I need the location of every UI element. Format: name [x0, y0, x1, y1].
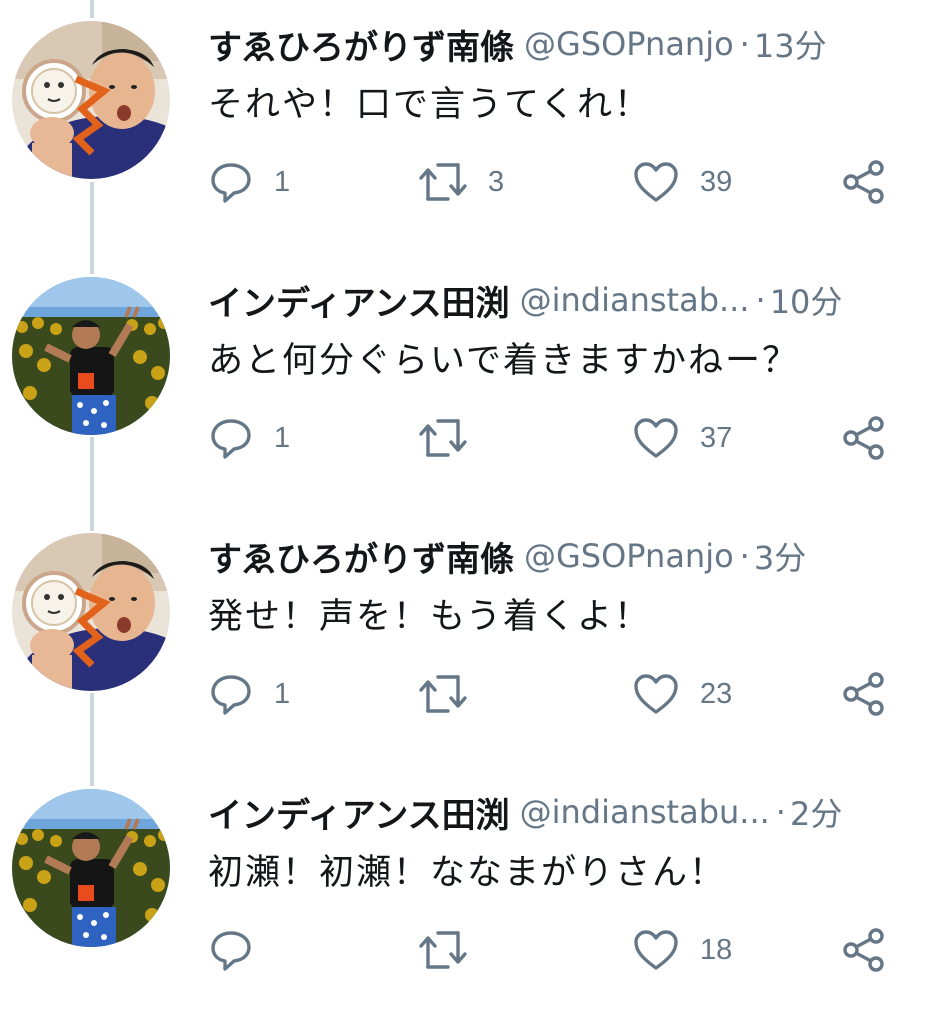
- share-icon: [840, 159, 888, 205]
- user-handle[interactable]: @indianstab...: [520, 281, 750, 319]
- like-count: 18: [700, 933, 733, 966]
- tweet-header: すゑひろがりず南條 @GSOPnanjo · 3分: [208, 534, 942, 578]
- like-button[interactable]: 18: [632, 920, 732, 980]
- retweet-button[interactable]: [418, 664, 488, 724]
- avatar[interactable]: [12, 21, 170, 179]
- user-handle[interactable]: @GSOPnanjo: [524, 25, 734, 63]
- tweet-header: すゑひろがりず南條 @GSOPnanjo · 13分: [208, 22, 942, 66]
- like-icon: [632, 159, 680, 205]
- avatar[interactable]: [12, 277, 170, 435]
- timestamp[interactable]: 13分: [754, 22, 827, 66]
- retweet-button[interactable]: [418, 920, 488, 980]
- tweet[interactable]: インディアンス田渕 @indianstabu... · 2分 初瀬！初瀬！ななま…: [0, 768, 952, 1024]
- share-button[interactable]: [840, 920, 888, 980]
- separator: ·: [755, 281, 766, 319]
- reply-icon: [208, 671, 254, 717]
- share-icon: [840, 415, 888, 461]
- tweet-text: 初瀬！初瀬！ななまがりさん！: [208, 853, 727, 893]
- action-bar: 1 23: [208, 664, 952, 724]
- like-count: 23: [700, 677, 733, 710]
- tweet[interactable]: インディアンス田渕 @indianstab... · 10分 あと何分ぐらいで着…: [0, 256, 952, 512]
- like-button[interactable]: 37: [632, 408, 732, 468]
- like-button[interactable]: 23: [632, 664, 732, 724]
- like-icon: [632, 671, 680, 717]
- reply-icon: [208, 159, 254, 205]
- user-handle[interactable]: @GSOPnanjo: [524, 537, 734, 575]
- like-icon: [632, 927, 680, 973]
- tweet-header: インディアンス田渕 @indianstab... · 10分: [208, 278, 942, 322]
- tweet-text: あと何分ぐらいで着きますかねー？: [208, 341, 799, 381]
- timestamp[interactable]: 2分: [790, 790, 842, 834]
- like-button[interactable]: 39: [632, 152, 732, 212]
- action-bar: 1 37: [208, 408, 952, 468]
- separator: ·: [739, 537, 750, 575]
- timestamp[interactable]: 10分: [770, 278, 843, 322]
- reply-count: 1: [274, 165, 291, 198]
- tweet[interactable]: すゑひろがりず南條 @GSOPnanjo · 13分 それや！口で言うてくれ！ …: [0, 0, 952, 256]
- reply-button[interactable]: 1: [208, 664, 290, 724]
- tweet-text: それや！口で言うてくれ！: [208, 85, 651, 125]
- retweet-icon: [418, 927, 468, 973]
- tweet-header: インディアンス田渕 @indianstabu... · 2分: [208, 790, 942, 834]
- user-handle[interactable]: @indianstabu...: [520, 793, 770, 831]
- avatar[interactable]: [12, 789, 170, 947]
- retweet-button[interactable]: 3: [418, 152, 504, 212]
- reply-button[interactable]: [208, 920, 274, 980]
- separator: ·: [739, 25, 750, 63]
- display-name[interactable]: インディアンス田渕: [208, 278, 510, 323]
- retweet-icon: [418, 671, 468, 717]
- reply-button[interactable]: 1: [208, 408, 290, 468]
- reply-icon: [208, 927, 254, 973]
- reply-button[interactable]: 1: [208, 152, 290, 212]
- share-button[interactable]: [840, 664, 888, 724]
- action-bar: 18: [208, 920, 952, 980]
- share-icon: [840, 671, 888, 717]
- tweet[interactable]: すゑひろがりず南條 @GSOPnanjo · 3分 発せ！声を！もう着くよ！ 1…: [0, 512, 952, 768]
- tweet-text: 発せ！声を！もう着くよ！: [208, 597, 651, 637]
- reply-icon: [208, 415, 254, 461]
- timestamp[interactable]: 3分: [754, 534, 806, 578]
- retweet-icon: [418, 415, 468, 461]
- action-bar: 1 3 39: [208, 152, 952, 212]
- retweet-button[interactable]: [418, 408, 488, 468]
- reply-count: 1: [274, 677, 291, 710]
- retweet-count: 3: [488, 165, 505, 198]
- display-name[interactable]: すゑひろがりず南條: [208, 534, 514, 579]
- display-name[interactable]: インディアンス田渕: [208, 790, 510, 835]
- like-icon: [632, 415, 680, 461]
- display-name[interactable]: すゑひろがりず南條: [208, 22, 514, 67]
- retweet-icon: [418, 159, 468, 205]
- like-count: 39: [700, 165, 733, 198]
- share-button[interactable]: [840, 152, 888, 212]
- separator: ·: [775, 793, 786, 831]
- share-icon: [840, 927, 888, 973]
- share-button[interactable]: [840, 408, 888, 468]
- reply-count: 1: [274, 421, 291, 454]
- like-count: 37: [700, 421, 733, 454]
- avatar[interactable]: [12, 533, 170, 691]
